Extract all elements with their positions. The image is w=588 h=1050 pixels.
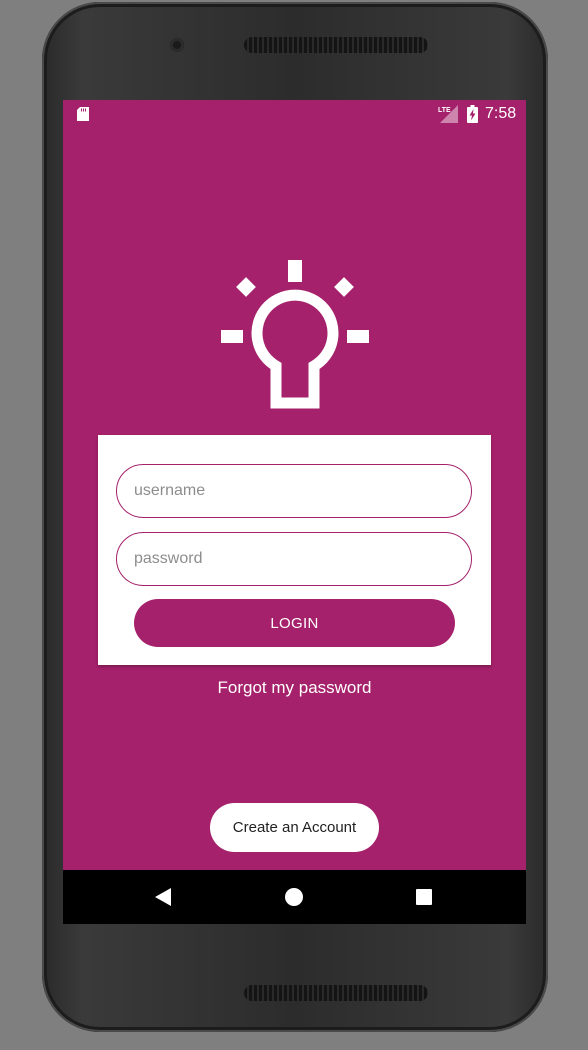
- status-bar: LTE 7:58: [63, 100, 526, 128]
- device-frame: LTE 7:58 LOGIN Forgot my password Create…: [0, 0, 588, 1050]
- battery-charging-icon: [467, 105, 478, 123]
- login-card: LOGIN: [98, 435, 491, 665]
- lte-label: LTE: [438, 107, 451, 114]
- login-button[interactable]: LOGIN: [134, 599, 455, 647]
- home-icon[interactable]: [285, 888, 303, 906]
- app-screen: LTE 7:58 LOGIN Forgot my password Create…: [63, 100, 526, 924]
- lte-signal-icon: LTE: [438, 105, 458, 123]
- lightbulb-icon: [221, 260, 369, 409]
- bottom-speaker: [244, 985, 428, 1001]
- create-account-button[interactable]: Create an Account: [210, 803, 379, 852]
- earpiece-speaker: [244, 37, 428, 53]
- status-time: 7:58: [485, 105, 517, 122]
- forgot-password-link[interactable]: Forgot my password: [63, 677, 526, 699]
- back-icon[interactable]: [155, 888, 171, 906]
- password-input[interactable]: [116, 532, 472, 586]
- navigation-bar: [63, 870, 526, 924]
- recents-icon[interactable]: [416, 889, 432, 905]
- front-camera: [170, 38, 184, 52]
- sd-card-icon: [77, 107, 89, 121]
- username-input[interactable]: [116, 464, 472, 518]
